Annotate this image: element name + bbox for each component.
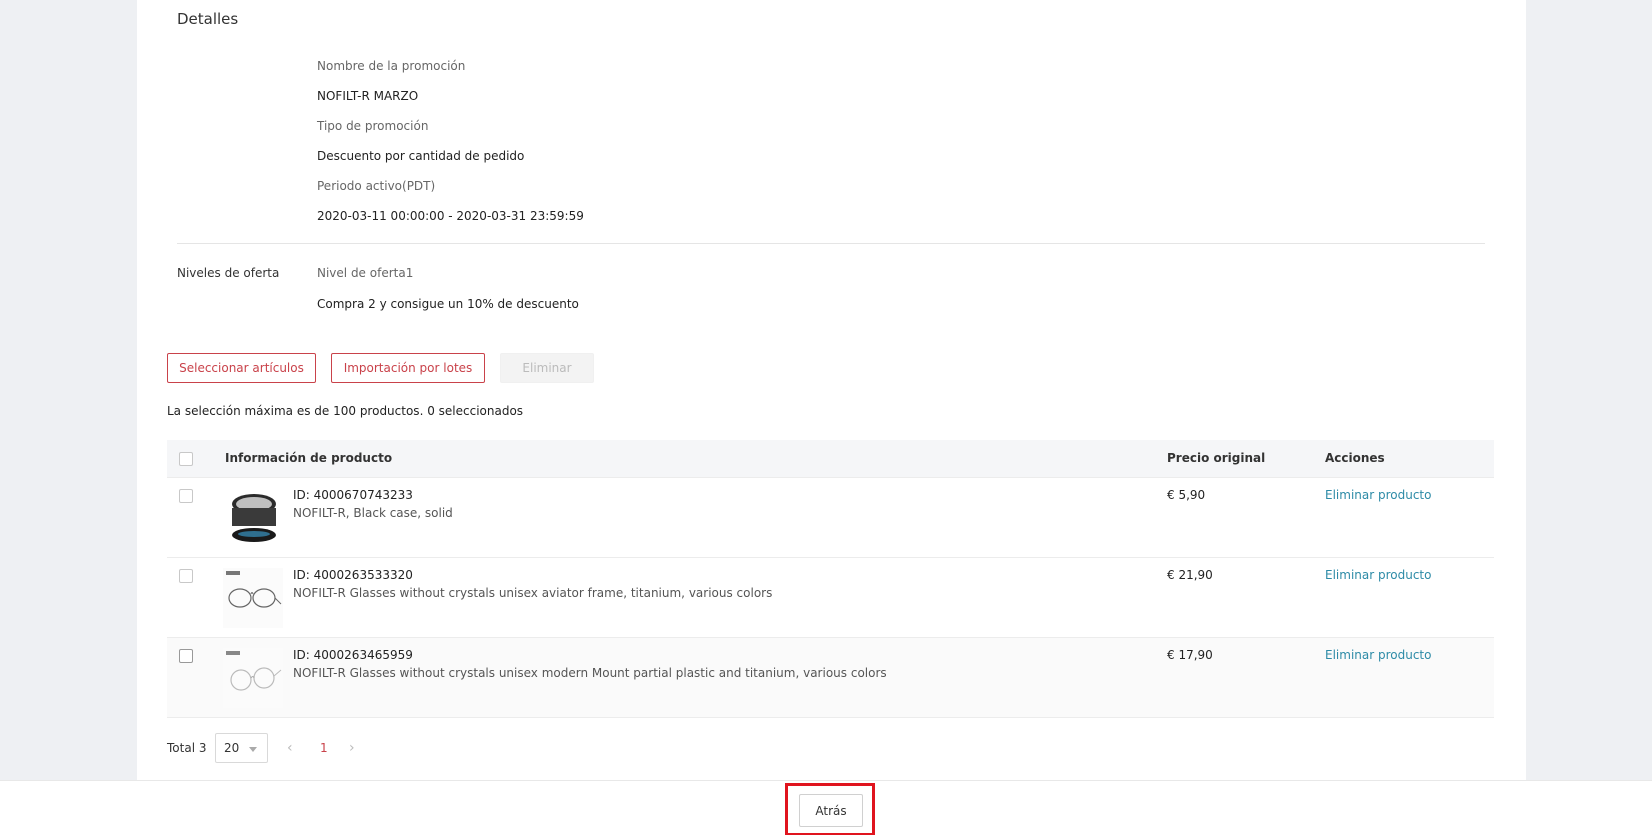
product-id: ID: 4000263465959 bbox=[293, 648, 413, 662]
promo-type-value: Descuento por cantidad de pedido bbox=[317, 149, 525, 163]
select-all-checkbox[interactable] bbox=[179, 452, 193, 466]
table-row: ID: 4000263465959 NOFILT-R Glasses witho… bbox=[167, 638, 1494, 718]
offer-levels-label: Niveles de oferta bbox=[177, 266, 280, 280]
chevron-down-icon bbox=[249, 747, 257, 752]
page-size-select[interactable]: 20 bbox=[215, 733, 268, 763]
pagination: Total 3 20 ‹ 1 › bbox=[167, 733, 567, 763]
aviator-glasses-thumbnail bbox=[223, 568, 283, 628]
remove-product-link[interactable]: Eliminar producto bbox=[1325, 648, 1431, 662]
period-label: Periodo activo(PDT) bbox=[317, 179, 436, 193]
footer-bar: Atrás bbox=[0, 780, 1652, 835]
row-checkbox[interactable] bbox=[179, 489, 193, 503]
total-count: Total 3 bbox=[167, 741, 207, 755]
header-product-info: Información de producto bbox=[225, 451, 393, 465]
select-items-button[interactable]: Seleccionar artículos bbox=[167, 353, 316, 383]
selection-note: La selección máxima es de 100 productos.… bbox=[167, 404, 524, 418]
period-value: 2020-03-11 00:00:00 - 2020-03-31 23:59:5… bbox=[317, 209, 584, 223]
page-size-value: 20 bbox=[224, 741, 240, 755]
promo-type-label: Tipo de promoción bbox=[317, 119, 429, 133]
remove-product-link[interactable]: Eliminar producto bbox=[1325, 568, 1431, 582]
section-divider bbox=[177, 243, 1485, 244]
offer-level-description: Compra 2 y consigue un 10% de descuento bbox=[317, 297, 579, 311]
round-glasses-thumbnail bbox=[223, 648, 283, 708]
product-id: ID: 4000670743233 bbox=[293, 488, 413, 502]
chevron-right-icon[interactable]: › bbox=[349, 740, 355, 756]
table-row: ID: 4000263533320 NOFILT-R Glasses witho… bbox=[167, 558, 1494, 638]
section-title: Detalles bbox=[177, 10, 239, 28]
offer-level-name: Nivel de oferta1 bbox=[317, 266, 414, 280]
product-name: NOFILT-R Glasses without crystals unisex… bbox=[293, 666, 887, 680]
page-number-current[interactable]: 1 bbox=[320, 741, 328, 755]
product-price: € 21,90 bbox=[1167, 568, 1213, 582]
row-checkbox[interactable] bbox=[179, 649, 193, 663]
promo-name-value: NOFILT-R MARZO bbox=[317, 89, 419, 103]
product-id: ID: 4000263533320 bbox=[293, 568, 413, 582]
remove-product-link[interactable]: Eliminar producto bbox=[1325, 488, 1431, 502]
chevron-left-icon[interactable]: ‹ bbox=[287, 740, 293, 756]
glasses-case-thumbnail bbox=[223, 488, 283, 548]
product-name: NOFILT-R, Black case, solid bbox=[293, 506, 453, 520]
row-checkbox[interactable] bbox=[179, 569, 193, 583]
table-row: ID: 4000670743233 NOFILT-R, Black case, … bbox=[167, 478, 1494, 558]
product-name: NOFILT-R Glasses without crystals unisex… bbox=[293, 586, 773, 600]
product-price: € 17,90 bbox=[1167, 648, 1213, 662]
products-table: Información de producto Precio original … bbox=[167, 440, 1494, 718]
header-original-price: Precio original bbox=[1167, 451, 1266, 465]
promo-name-label: Nombre de la promoción bbox=[317, 59, 466, 73]
details-panel: Detalles Nombre de la promoción NOFILT-R… bbox=[137, 0, 1526, 780]
header-actions: Acciones bbox=[1325, 451, 1385, 465]
batch-import-button[interactable]: Importación por lotes bbox=[331, 353, 485, 383]
back-button[interactable]: Atrás bbox=[799, 794, 863, 827]
product-price: € 5,90 bbox=[1167, 488, 1206, 502]
table-header: Información de producto Precio original … bbox=[167, 440, 1494, 478]
delete-button[interactable]: Eliminar bbox=[500, 353, 594, 383]
